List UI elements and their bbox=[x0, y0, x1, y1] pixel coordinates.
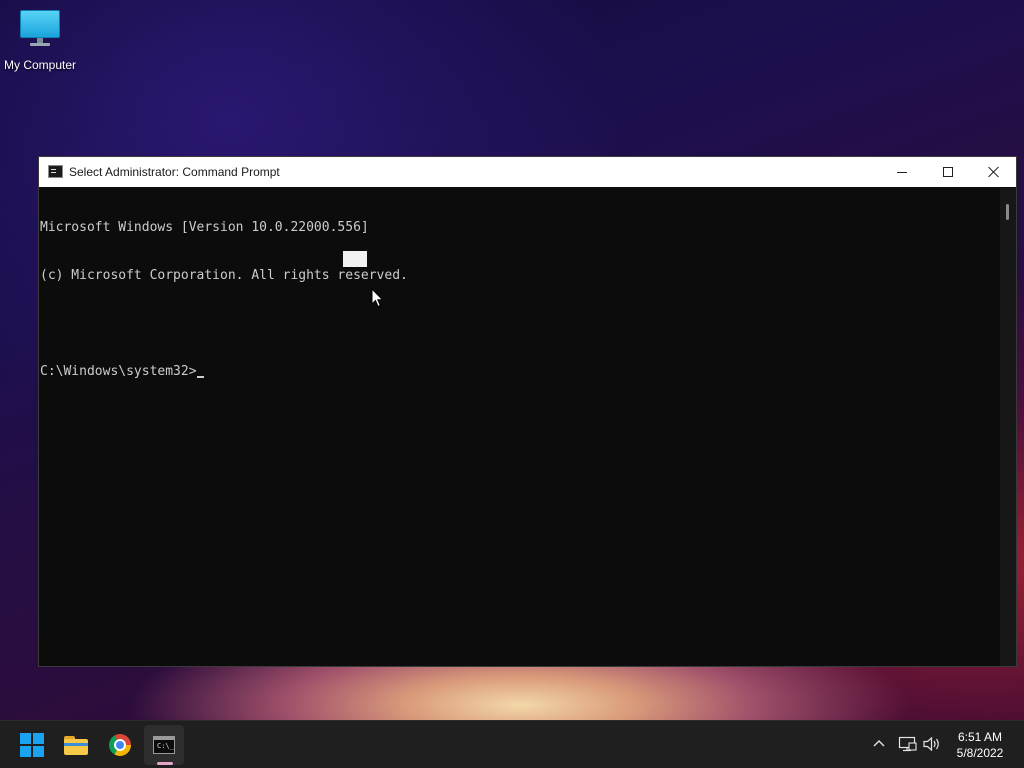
close-button[interactable] bbox=[971, 157, 1017, 187]
minimize-icon bbox=[897, 171, 907, 173]
close-icon bbox=[988, 166, 1000, 178]
clock-time: 6:51 AM bbox=[957, 730, 1003, 744]
scrollbar-thumb[interactable] bbox=[1006, 204, 1009, 220]
console-line: (c) Microsoft Corporation. All rights re… bbox=[40, 268, 408, 283]
minimize-button[interactable] bbox=[879, 157, 925, 187]
active-app-indicator bbox=[157, 762, 173, 765]
taskbar-command-prompt[interactable]: C:\_ bbox=[144, 725, 184, 765]
vertical-scrollbar[interactable] bbox=[1000, 188, 1016, 666]
cmd-icon: C:\_ bbox=[153, 736, 175, 754]
console-prompt: C:\Windows\system32> bbox=[40, 364, 197, 379]
selection-highlight bbox=[343, 251, 367, 267]
clock-date: 5/8/2022 bbox=[956, 746, 1004, 760]
maximize-icon bbox=[943, 167, 953, 177]
desktop-icon-label: My Computer bbox=[3, 58, 77, 72]
cmd-icon bbox=[48, 165, 63, 178]
system-clock[interactable]: 6:51 AM 5/8/2022 bbox=[950, 729, 1010, 761]
console-output[interactable]: Microsoft Windows [Version 10.0.22000.55… bbox=[39, 188, 1000, 666]
chevron-up-icon[interactable] bbox=[870, 735, 888, 753]
window-titlebar[interactable]: Select Administrator: Command Prompt bbox=[39, 157, 1016, 187]
start-button[interactable] bbox=[12, 725, 52, 765]
window-title: Select Administrator: Command Prompt bbox=[69, 165, 280, 179]
mouse-pointer-icon bbox=[371, 288, 384, 308]
console-line: Microsoft Windows [Version 10.0.22000.55… bbox=[40, 220, 369, 235]
maximize-button[interactable] bbox=[925, 157, 971, 187]
volume-icon[interactable] bbox=[921, 734, 941, 754]
chrome-icon bbox=[109, 734, 131, 756]
monitor-icon bbox=[18, 8, 62, 48]
taskbar: C:\_ 6:51 AM 5/8/2022 bbox=[0, 720, 1024, 768]
text-cursor bbox=[196, 376, 204, 378]
taskbar-chrome[interactable] bbox=[100, 725, 140, 765]
folder-icon bbox=[64, 735, 88, 755]
windows-logo-icon bbox=[20, 733, 44, 757]
command-prompt-window[interactable]: Select Administrator: Command Prompt Mic… bbox=[38, 156, 1017, 667]
taskbar-file-explorer[interactable] bbox=[56, 725, 96, 765]
network-icon[interactable] bbox=[897, 734, 917, 754]
desktop-icon-my-computer[interactable]: My Computer bbox=[2, 8, 78, 76]
console-prompt-line[interactable]: C:\Windows\system32> bbox=[40, 364, 1000, 380]
